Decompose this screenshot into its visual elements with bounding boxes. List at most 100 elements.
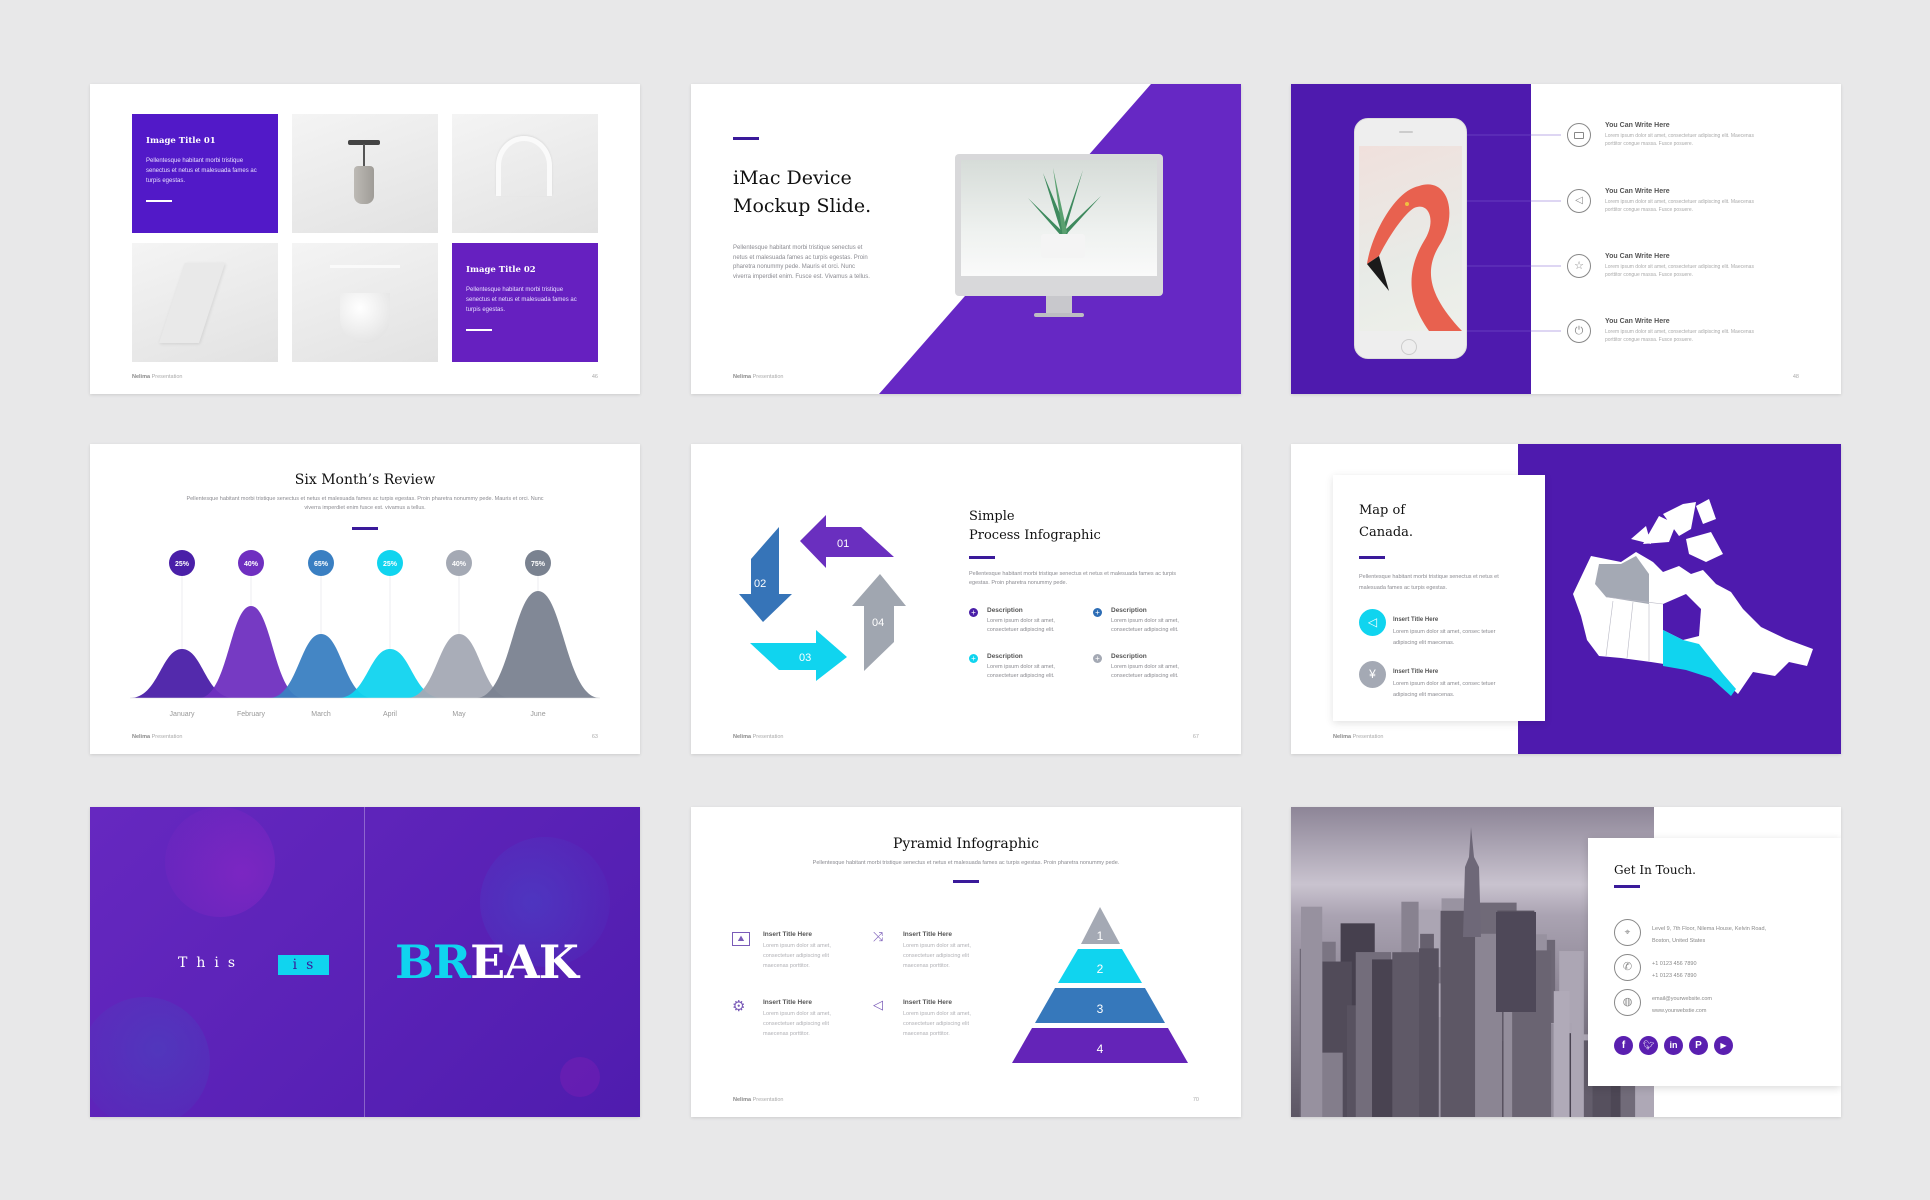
facebook-icon[interactable]: f bbox=[1614, 1036, 1633, 1055]
arrow-02: 02 bbox=[739, 527, 792, 622]
slide-image-gallery[interactable]: Image Title 01 Pellentesque habitant mor… bbox=[90, 84, 640, 394]
box-title: Image Title 01 bbox=[146, 136, 216, 146]
page-number: 63 bbox=[591, 734, 598, 740]
feature-title: You Can Write Here bbox=[1605, 318, 1670, 325]
footer-brand: Nelima Presentation bbox=[733, 374, 784, 380]
side-table-photo bbox=[292, 114, 438, 233]
headphones-photo bbox=[452, 114, 598, 233]
imac-screen bbox=[961, 160, 1157, 276]
feature-title: You Can Write Here bbox=[1605, 188, 1670, 195]
description-title: Description bbox=[1111, 607, 1147, 614]
slide-text: Pellentesque habitant morbi tristique se… bbox=[1359, 574, 1499, 591]
feature-text: Lorem ipsum dolor sit amet, consectetuer… bbox=[1605, 329, 1754, 343]
plus-icon: + bbox=[969, 654, 978, 663]
page-number: 46 bbox=[591, 374, 598, 380]
box-text: Pellentesque habitant morbi tristique se… bbox=[466, 287, 577, 313]
svg-text:4: 4 bbox=[1097, 1042, 1104, 1056]
feature-title: You Can Write Here bbox=[1605, 122, 1670, 129]
slide-text: Pellentesque habitant morbi tristique se… bbox=[733, 245, 870, 280]
accent-bar bbox=[733, 137, 759, 140]
megaphone-icon: ◁ bbox=[1359, 609, 1386, 636]
bell-curve-june bbox=[476, 591, 600, 698]
flamingo-photo bbox=[1359, 146, 1462, 331]
box-title: Image Title 02 bbox=[466, 265, 536, 275]
footer-brand: Nelima Presentation bbox=[1333, 734, 1384, 740]
slide-imac-mockup[interactable]: iMac Device Mockup Slide. Pellentesque ha… bbox=[691, 84, 1241, 394]
feature-text: Lorem ipsum dolor sit amet, consectetuer… bbox=[1605, 199, 1754, 213]
image-title-box: Image Title 01 Pellentesque habitant mor… bbox=[132, 114, 278, 233]
svg-text:02: 02 bbox=[754, 578, 766, 590]
arrow-04: 04 bbox=[852, 574, 906, 671]
globe-icon: ◍ bbox=[1614, 989, 1641, 1016]
value-label: 40% bbox=[244, 561, 259, 568]
slide-get-in-touch[interactable]: Get In Touch. ⌖ Level 9, 7th Floor, Nile… bbox=[1291, 807, 1841, 1117]
slide-pyramid-infographic[interactable]: Pyramid Infographic Pellentesque habitan… bbox=[691, 807, 1241, 1117]
arrow-01: 01 bbox=[800, 515, 894, 568]
page-number: 67 bbox=[1192, 734, 1199, 740]
email-link[interactable]: email@yourwebsite.com bbox=[1652, 993, 1712, 1005]
pinterest-icon[interactable]: P bbox=[1689, 1036, 1708, 1055]
phone-numbers: +1 0123 456 7890 +1 0123 456 7890 bbox=[1652, 961, 1697, 979]
accent-bar bbox=[1614, 885, 1640, 888]
footer-brand: Nelima Presentation bbox=[132, 374, 183, 380]
decor-circle bbox=[90, 997, 210, 1117]
yen-coin-icon: ¥ bbox=[1359, 661, 1386, 688]
month-label: January bbox=[170, 711, 195, 718]
svg-text:3: 3 bbox=[1097, 1002, 1104, 1016]
twitter-icon[interactable]: 🐦︎ bbox=[1639, 1036, 1658, 1055]
slide-phone-mockup[interactable]: You Can Write Here Lorem ipsum dolor sit… bbox=[1291, 84, 1841, 394]
item-title: Insert Title Here bbox=[1393, 617, 1439, 623]
accent-bar bbox=[969, 556, 995, 559]
pyramid-level-2: 2 bbox=[1058, 949, 1142, 983]
camera-icon bbox=[1567, 123, 1591, 147]
month-label: April bbox=[383, 711, 397, 718]
web-contacts: email@yourwebsite.com www.yourwebstie.com bbox=[1652, 993, 1712, 1017]
pyramid-level-3: 3 bbox=[1035, 988, 1165, 1023]
linkedin-icon[interactable]: in bbox=[1664, 1036, 1683, 1055]
footer-brand: Nelima Presentation bbox=[733, 1097, 784, 1103]
building bbox=[1372, 959, 1396, 1117]
description-text: Lorem ipsum dolor sit amet, consectetuer… bbox=[987, 618, 1055, 633]
slide-process-infographic[interactable]: 01 02 03 04 Simple Process Infographic Pe… bbox=[691, 444, 1241, 754]
value-label: 40% bbox=[452, 561, 467, 568]
value-label: 75% bbox=[531, 561, 546, 568]
slide-six-month-review[interactable]: Six Month’s Review Pellentesque habitant… bbox=[90, 444, 640, 754]
divider bbox=[364, 807, 365, 1117]
building bbox=[1553, 991, 1570, 1117]
item-title: Insert Title Here bbox=[1393, 669, 1439, 675]
footer-brand: Nelima Presentation bbox=[733, 734, 784, 740]
slide-map-of-canada[interactable]: Map of Canada. Pellentesque habitant morb… bbox=[1291, 444, 1841, 754]
svg-text:01: 01 bbox=[837, 538, 849, 550]
description-text: Lorem ipsum dolor sit amet, consectetuer… bbox=[987, 664, 1055, 679]
feature-text: Lorem ipsum dolor sit amet, consectetuer… bbox=[1605, 264, 1754, 278]
slide-text: Pellentesque habitant morbi tristique se… bbox=[969, 571, 1176, 586]
item-text: Lorem ipsum dolor sit amet, consec tetue… bbox=[1393, 629, 1496, 646]
address: Level 9, 7th Floor, Nilema House, Kelvin… bbox=[1652, 926, 1767, 944]
description-title: Description bbox=[987, 653, 1023, 660]
description-text: Lorem ipsum dolor sit amet, consectetuer… bbox=[1111, 664, 1179, 679]
social-icons: f 🐦︎ in P ▶ bbox=[1614, 1036, 1733, 1055]
svg-text:1: 1 bbox=[1097, 929, 1104, 943]
month-label: March bbox=[311, 711, 331, 718]
building bbox=[1392, 952, 1420, 1117]
aloe-plant-image bbox=[1028, 168, 1101, 258]
vase-photo bbox=[292, 243, 438, 362]
value-label: 25% bbox=[175, 561, 190, 568]
accent-bar bbox=[1359, 556, 1385, 559]
month-label: May bbox=[452, 711, 466, 718]
phone-icon: ✆ bbox=[1614, 954, 1641, 981]
footer-brand: Nelima Presentation bbox=[132, 734, 183, 740]
slide-title: Simple Process Infographic bbox=[969, 509, 1101, 543]
imac-mockup bbox=[955, 154, 1163, 296]
website-link[interactable]: www.yourwebstie.com bbox=[1652, 1005, 1712, 1017]
box-text: Pellentesque habitant morbi tristique se… bbox=[146, 158, 257, 184]
month-label: June bbox=[530, 711, 545, 718]
building bbox=[1419, 948, 1439, 1117]
slide-break[interactable]: This is BREAK bbox=[90, 807, 640, 1117]
is-highlight: is bbox=[278, 955, 329, 975]
arrow-03: 03 bbox=[750, 630, 847, 681]
value-label: 65% bbox=[314, 561, 329, 568]
building bbox=[1440, 910, 1476, 1117]
youtube-icon[interactable]: ▶ bbox=[1714, 1036, 1733, 1055]
pyramid-chart: 1 2 3 4 bbox=[1012, 907, 1188, 1063]
